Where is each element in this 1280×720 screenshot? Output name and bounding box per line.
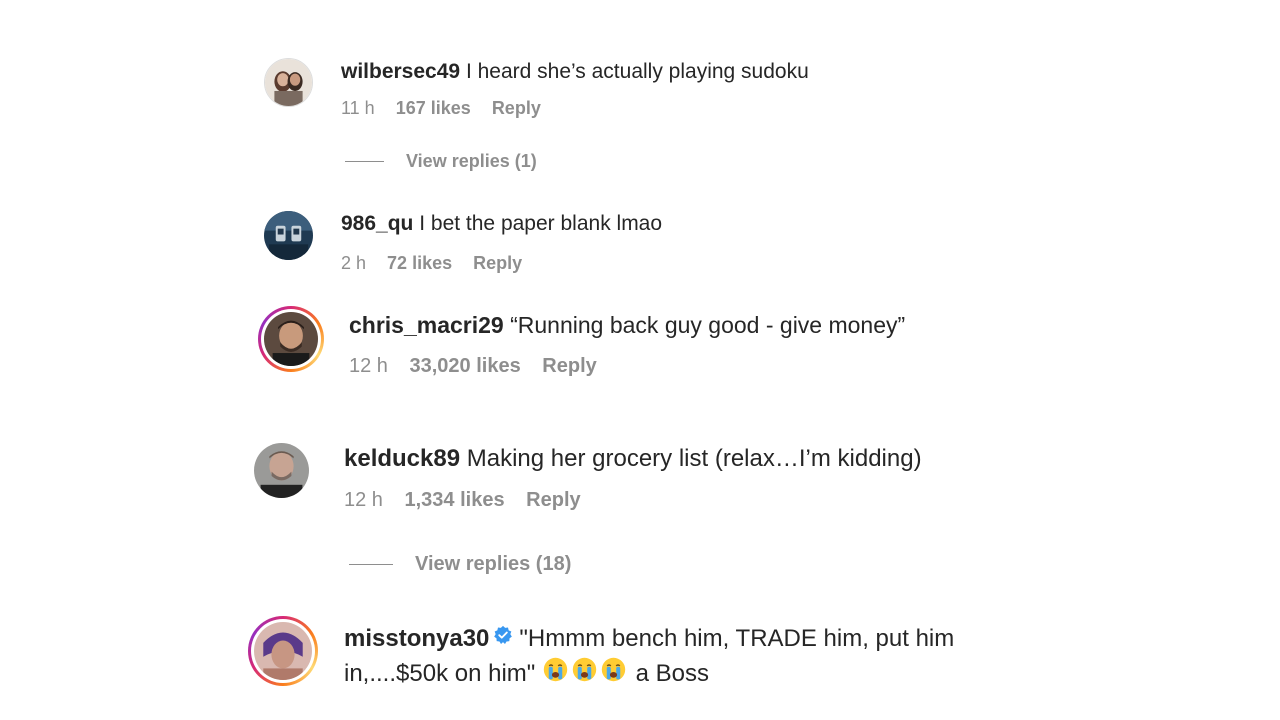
comment-text: a Boss (635, 659, 710, 687)
comment-text-line: misstonya30 "Hmmm bench him, TRADE him, p… (344, 624, 954, 655)
view-replies-button[interactable]: View replies (18) (349, 553, 571, 576)
comment-text: “Running back guy good - give money” (510, 312, 906, 338)
loudly-crying-face-emoji-icon (600, 656, 627, 690)
reply-button[interactable]: Reply (473, 253, 522, 273)
comment-time: 11 h (341, 98, 375, 118)
comment-meta: 2 h 72 likes Reply (341, 253, 538, 274)
comment-text: in,....$50k on him" (344, 659, 536, 687)
comment-text-line: in,....$50k on him" a Boss (344, 656, 709, 693)
comment-username[interactable]: wilbersec49 (341, 60, 460, 83)
view-replies-label: View replies (18) (415, 553, 572, 575)
comment-username[interactable]: chris_macri29 (349, 312, 504, 338)
comment-username[interactable]: 986_qu (341, 212, 413, 235)
comment-text: Making her grocery list (relax…I’m kiddi… (466, 445, 922, 472)
comment-likes[interactable]: 167 likes (396, 98, 471, 118)
avatar[interactable] (248, 616, 318, 686)
comment-text: I bet the paper blank lmao (419, 212, 663, 235)
divider (349, 564, 393, 565)
comment-text: "Hmmm bench him, TRADE him, put him (519, 624, 955, 652)
comment-username[interactable]: misstonya30 (344, 625, 489, 652)
comment-meta: 12 h 33,020 likes Reply (349, 355, 613, 378)
view-replies-label: View replies (1) (406, 151, 537, 171)
comment-text-line: 986_qu I bet the paper blank lmao (341, 212, 662, 236)
comment-text-line: chris_macri29 “Running back guy good - g… (349, 312, 905, 339)
comment-likes[interactable]: 33,020 likes (410, 355, 521, 377)
avatar[interactable] (254, 443, 309, 498)
avatar[interactable] (258, 306, 324, 372)
comment-meta: 12 h 1,334 likes Reply (344, 489, 597, 512)
comment-likes[interactable]: 1,334 likes (405, 489, 505, 511)
comment-time: 12 h (349, 355, 388, 377)
comment-text-line: kelduck89 Making her grocery list (relax… (344, 445, 922, 473)
comment-time: 2 h (341, 253, 367, 273)
reply-button[interactable]: Reply (492, 98, 541, 118)
loudly-crying-face-emoji-icon (571, 656, 598, 690)
comment-text: I heard she’s actually playing sudoku (465, 60, 809, 83)
comment-text-line: wilbersec49 I heard she’s actually playi… (341, 60, 809, 84)
divider (345, 161, 384, 162)
comment-likes[interactable]: 72 likes (387, 253, 452, 273)
reply-button[interactable]: Reply (542, 355, 596, 377)
comment-username[interactable]: kelduck89 (344, 445, 460, 472)
reply-button[interactable]: Reply (526, 489, 580, 511)
comment-time: 12 h (344, 489, 383, 511)
avatar[interactable] (264, 211, 313, 260)
avatar[interactable] (264, 58, 313, 107)
verified-badge-icon (493, 624, 513, 652)
loudly-crying-face-emoji-icon (542, 656, 569, 690)
comment-meta: 11 h 167 likes Reply (341, 98, 557, 119)
view-replies-button[interactable]: View replies (1) (345, 151, 537, 172)
